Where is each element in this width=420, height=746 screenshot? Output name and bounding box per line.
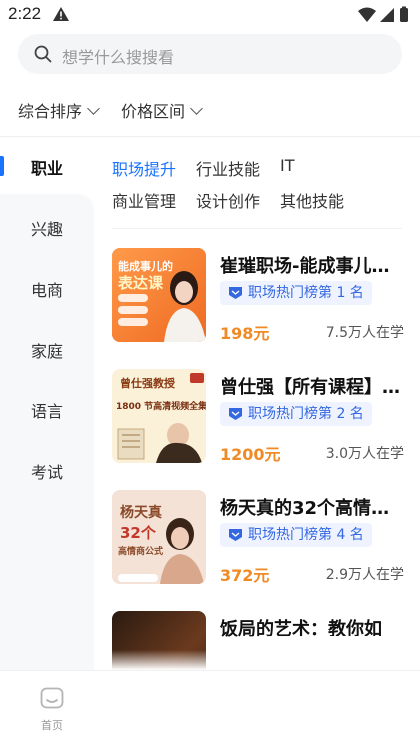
- bottom-navigation: 首页: [0, 670, 420, 746]
- course-thumbnail: 曾仕强教授 1800 节高清视频全集: [112, 369, 206, 463]
- sidebar-item-family[interactable]: 家庭: [0, 338, 94, 362]
- signal-battery-icons: [358, 6, 408, 22]
- thumbnail-caption: 1800 节高清视频全集: [116, 402, 206, 412]
- course-title: 崔璀职场-能成事儿的表达课: [220, 256, 406, 277]
- course-price: 372元: [220, 566, 270, 585]
- chevron-down-icon: [87, 102, 100, 115]
- sidebar-background: [0, 194, 94, 670]
- rank-label: 职场热门榜第 2 名: [248, 406, 364, 422]
- tag-it[interactable]: IT: [280, 156, 295, 175]
- filter-bar: 综合排序 价格区间: [0, 92, 420, 128]
- nav-home-label: 首页: [41, 719, 63, 732]
- course-card[interactable]: 能成事儿的 表达课 崔璀职场-能成事儿的表达课 职场热门榜第 1 名 198元 …: [112, 248, 412, 344]
- tag-career-advance[interactable]: 职场提升: [112, 156, 176, 180]
- rank-icon: [229, 408, 242, 420]
- rank-icon: [229, 529, 242, 541]
- sidebar-item-career[interactable]: 职业: [0, 155, 94, 179]
- learner-count: 2.9万人在学: [325, 567, 404, 583]
- rank-label: 职场热门榜第 1 名: [248, 285, 364, 301]
- tag-business-management[interactable]: 商业管理: [112, 188, 176, 212]
- price-range-dropdown[interactable]: 价格区间: [121, 98, 203, 122]
- course-title: 曾仕强【所有课程】视频全集: [220, 377, 406, 398]
- tag-industry-skills[interactable]: 行业技能: [196, 156, 260, 180]
- status-bar: 2:22: [0, 0, 420, 30]
- sidebar-item-interest[interactable]: 兴趣: [0, 216, 94, 240]
- tag-design-creation[interactable]: 设计创作: [196, 188, 260, 212]
- sidebar-item-language[interactable]: 语言: [0, 398, 94, 422]
- thumbnail-caption: 高情商公式: [118, 547, 164, 557]
- sort-label: 综合排序: [18, 102, 83, 121]
- search-icon: [34, 45, 52, 63]
- course-card[interactable]: 曾仕强教授 1800 节高清视频全集 曾仕强【所有课程】视频全集 职场热门榜第 …: [112, 369, 412, 465]
- course-price: 1200元: [220, 445, 281, 464]
- divider: [112, 228, 402, 229]
- sort-dropdown[interactable]: 综合排序: [18, 98, 100, 122]
- thumbnail-caption: 表达课: [118, 274, 164, 292]
- thumbnail-caption: 32个: [120, 524, 156, 542]
- status-time: 2:22: [8, 4, 42, 23]
- learner-count: 3.0万人在学: [325, 446, 404, 462]
- learner-count: 7.5万人在学: [325, 325, 404, 341]
- search-input[interactable]: 想学什么搜搜看: [18, 34, 402, 74]
- rank-badge: 职场热门榜第 1 名: [220, 281, 372, 305]
- thumbnail-caption: 杨天真: [120, 505, 162, 521]
- rank-icon: [229, 287, 242, 299]
- rank-badge: 职场热门榜第 4 名: [220, 523, 372, 547]
- rank-badge: 职场热门榜第 2 名: [220, 402, 372, 426]
- course-title: 杨天真的32个高情商公式: [220, 498, 406, 519]
- home-icon: [40, 687, 64, 709]
- course-card[interactable]: 杨天真 32个 高情商公式 杨天真的32个高情商公式 职场热门榜第 4 名 37…: [112, 490, 412, 586]
- search-placeholder: 想学什么搜搜看: [62, 48, 175, 67]
- tag-other-skills[interactable]: 其他技能: [280, 188, 344, 212]
- sidebar-item-exam[interactable]: 考试: [0, 459, 94, 483]
- sidebar-item-ecommerce[interactable]: 电商: [0, 277, 94, 301]
- course-thumbnail: 能成事儿的 表达课: [112, 248, 206, 342]
- chevron-down-icon: [190, 102, 203, 115]
- course-thumbnail: 杨天真 32个 高情商公式: [112, 490, 206, 584]
- thumbnail-caption: 曾仕强教授: [120, 377, 175, 390]
- scroll-fade: [112, 650, 420, 670]
- price-range-label: 价格区间: [121, 102, 186, 121]
- rank-label: 职场热门榜第 4 名: [248, 527, 364, 543]
- warning-icon: [53, 7, 69, 21]
- course-price: 198元: [220, 324, 270, 343]
